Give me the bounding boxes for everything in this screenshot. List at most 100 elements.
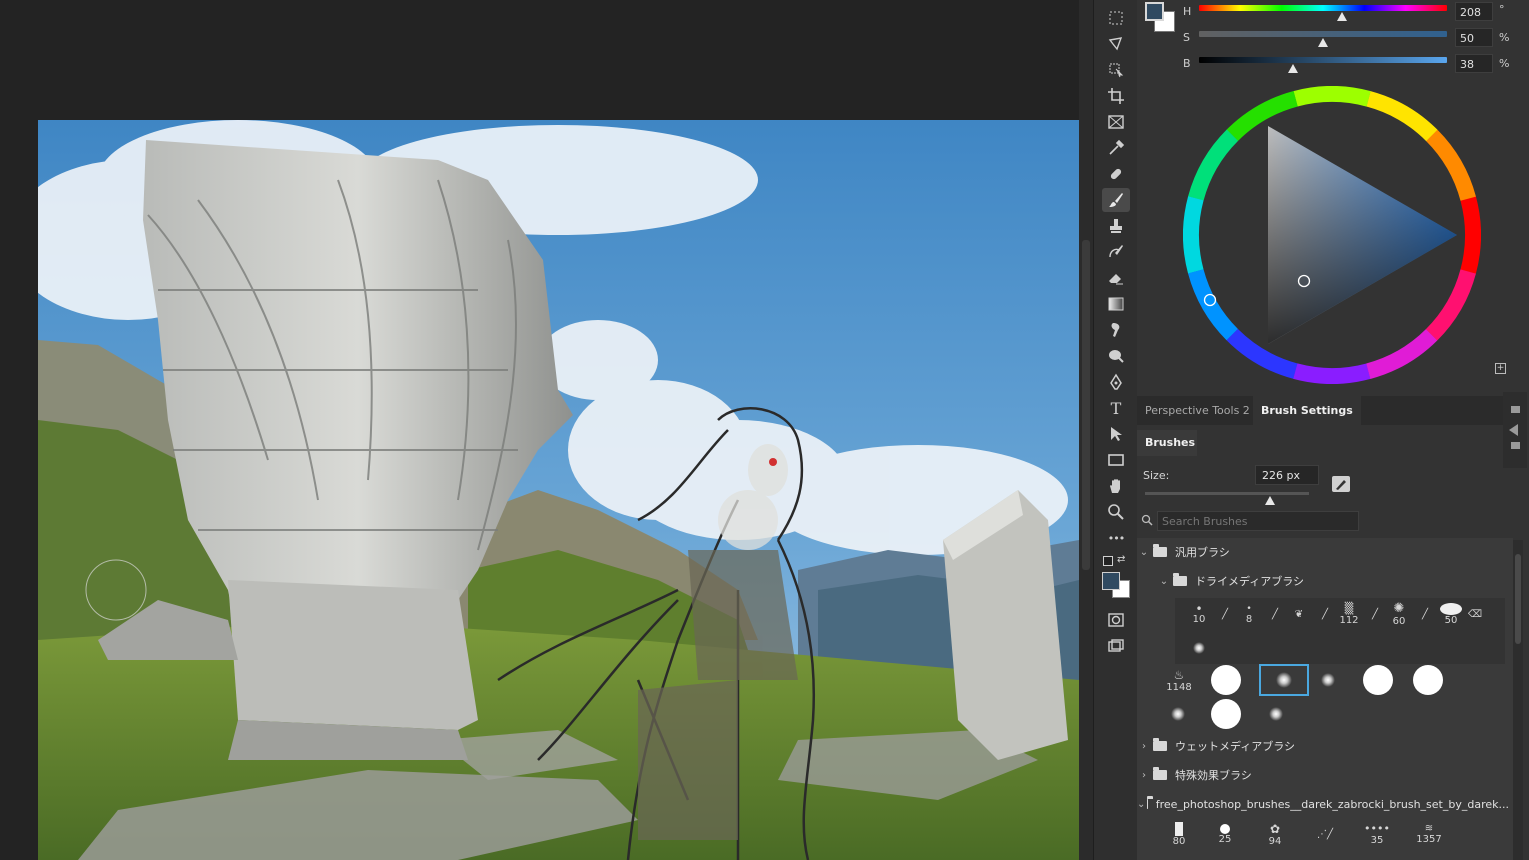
tab-brush-settings[interactable]: Brush Settings bbox=[1253, 396, 1361, 425]
zoom-tool-icon[interactable] bbox=[1102, 500, 1130, 524]
pen-tool-icon[interactable] bbox=[1102, 370, 1130, 394]
brush-preset[interactable] bbox=[1305, 664, 1351, 696]
expand-panel-icon[interactable]: + bbox=[1495, 363, 1506, 374]
hue-value-field[interactable]: 208 bbox=[1455, 2, 1493, 21]
panel-dock-icon[interactable] bbox=[1511, 442, 1520, 449]
type-tool-icon[interactable]: T bbox=[1102, 396, 1130, 420]
group-label: 特殊効果ブラシ bbox=[1175, 769, 1252, 782]
workspace-scrollbar[interactable] bbox=[1079, 0, 1093, 860]
brush-preset[interactable] bbox=[1405, 664, 1451, 696]
hue-label: H bbox=[1183, 5, 1192, 18]
brightness-unit: % bbox=[1499, 57, 1510, 70]
expand-left-icon[interactable] bbox=[1509, 424, 1518, 436]
brush-preset[interactable]: 25 bbox=[1201, 818, 1249, 850]
collapsed-panel-dock[interactable] bbox=[1503, 392, 1527, 468]
more-tools-icon[interactable]: ••• bbox=[1102, 526, 1130, 550]
size-slider-track[interactable] bbox=[1145, 492, 1309, 495]
workspace-scroll-thumb[interactable] bbox=[1082, 240, 1090, 570]
dry-media-brush-grid: • 10 ╱ • 8 ╱ ❦ ╱ ▒ 112 ╱ ✺ 60 ╱ 50 ⌫ bbox=[1175, 598, 1505, 664]
chevron-right-icon: › bbox=[1142, 769, 1146, 781]
folder-icon bbox=[1153, 767, 1167, 780]
group-free-set[interactable]: ⌄ free_photoshop_brushes__darek_zabrocki_… bbox=[1137, 790, 1509, 818]
folder-icon bbox=[1153, 738, 1167, 751]
gradient-tool-icon[interactable] bbox=[1102, 292, 1130, 316]
group-label: ドライメディアブラシ bbox=[1195, 575, 1305, 588]
group-dry-media[interactable]: ⌄ ドライメディアブラシ bbox=[1137, 567, 1529, 595]
eraser-tool-icon[interactable] bbox=[1102, 266, 1130, 290]
brightness-slider-track[interactable] bbox=[1199, 57, 1447, 63]
lasso-tool-icon[interactable] bbox=[1102, 32, 1130, 56]
group-general[interactable]: ⌄ 汎用ブラシ bbox=[1137, 538, 1509, 566]
brush-preset[interactable] bbox=[1355, 664, 1401, 696]
saturation-value-field[interactable]: 50 bbox=[1455, 28, 1493, 47]
folder-icon bbox=[1173, 573, 1187, 586]
tab-perspective-tools[interactable]: Perspective Tools 2 bbox=[1137, 396, 1258, 425]
brush-preset[interactable]: 80 bbox=[1155, 818, 1203, 850]
brush-preset[interactable] bbox=[1203, 664, 1249, 696]
group-label: 汎用ブラシ bbox=[1175, 546, 1230, 559]
chevron-down-icon: ⌄ bbox=[1159, 575, 1169, 587]
folder-icon bbox=[1153, 544, 1167, 557]
rectangle-tool-icon[interactable] bbox=[1102, 448, 1130, 472]
brush-list-scrollbar[interactable] bbox=[1513, 540, 1523, 860]
group-wet-media[interactable]: › ウェットメディアブラシ bbox=[1137, 732, 1509, 760]
smudge-tool-icon[interactable] bbox=[1102, 318, 1130, 342]
brush-preset[interactable] bbox=[1253, 698, 1299, 730]
search-brushes-input[interactable] bbox=[1157, 511, 1359, 531]
hand-tool-icon[interactable] bbox=[1102, 474, 1130, 498]
tools-panel: T ••• ⇄ bbox=[1093, 0, 1139, 860]
eraser-stroke-icon[interactable]: ⌫ bbox=[1451, 598, 1499, 630]
brush-preset[interactable]: ≋ 1357 bbox=[1405, 818, 1453, 850]
marquee-tool-icon[interactable] bbox=[1102, 6, 1130, 30]
brush-preset[interactable]: ♨ 1148 bbox=[1155, 664, 1203, 696]
brightness-slider-handle[interactable] bbox=[1288, 64, 1299, 73]
screen-mode-icon[interactable] bbox=[1102, 634, 1130, 658]
saturation-unit: % bbox=[1499, 31, 1510, 44]
free-set-brush-grid: 80 25 ✿ 94 ⋰╱ •••• 35 ≋ 1357 bbox=[1155, 818, 1505, 858]
brush-stroke-icon[interactable]: ⋰╱ bbox=[1301, 818, 1349, 850]
foreground-color-swatch[interactable] bbox=[1102, 572, 1120, 590]
brush-preset[interactable] bbox=[1203, 698, 1249, 730]
frame-tool-icon[interactable] bbox=[1102, 110, 1130, 134]
hue-slider-track[interactable] bbox=[1199, 5, 1447, 11]
brush-tool-icon[interactable] bbox=[1102, 188, 1130, 212]
brush-preset-selected[interactable] bbox=[1259, 664, 1309, 696]
new-brush-icon[interactable] bbox=[1332, 476, 1350, 492]
dodge-tool-icon[interactable] bbox=[1102, 344, 1130, 368]
saturation-label: S bbox=[1183, 31, 1190, 44]
group-special-fx[interactable]: › 特殊効果ブラシ bbox=[1137, 761, 1509, 789]
eyedropper-tool-icon[interactable] bbox=[1102, 136, 1130, 160]
brushes-tab[interactable]: Brushes bbox=[1137, 430, 1197, 456]
panel-dock-icon[interactable] bbox=[1511, 406, 1520, 413]
saturation-slider-handle[interactable] bbox=[1318, 38, 1328, 47]
size-value-field[interactable]: 226 px bbox=[1255, 465, 1319, 485]
brush-list: ⌄ 汎用ブラシ ⌄ ドライメディアブラシ • 10 ╱ • 8 ╱ ❦ ╱ ▒ 112 ╱… bbox=[1137, 538, 1513, 860]
group-label: free_photoshop_brushes__darek_zabrocki_b… bbox=[1155, 797, 1509, 811]
hue-unit: ° bbox=[1499, 3, 1505, 16]
document-workspace bbox=[0, 0, 1079, 860]
document-canvas[interactable] bbox=[38, 120, 1079, 860]
brush-preset[interactable] bbox=[1175, 632, 1223, 664]
object-select-tool-icon[interactable] bbox=[1102, 58, 1130, 82]
panel-tab-bar: Perspective Tools 2 Brush Settings bbox=[1137, 396, 1507, 425]
chevron-right-icon: › bbox=[1142, 740, 1146, 752]
hue-slider-handle[interactable] bbox=[1337, 12, 1348, 21]
brush-preset[interactable] bbox=[1155, 698, 1201, 730]
saturation-slider-track[interactable] bbox=[1199, 31, 1447, 37]
history-brush-tool-icon[interactable] bbox=[1102, 240, 1130, 264]
color-wheel[interactable] bbox=[1183, 85, 1481, 384]
default-colors-icon[interactable] bbox=[1103, 556, 1113, 566]
size-label: Size: bbox=[1143, 469, 1170, 482]
brightness-value-field[interactable]: 38 bbox=[1455, 54, 1493, 73]
swap-colors-icon[interactable]: ⇄ bbox=[1117, 554, 1125, 565]
clone-stamp-tool-icon[interactable] bbox=[1102, 214, 1130, 238]
brush-preset[interactable]: •••• 35 bbox=[1353, 818, 1401, 850]
brush-list-scroll-thumb[interactable] bbox=[1515, 554, 1521, 644]
healing-brush-tool-icon[interactable] bbox=[1102, 162, 1130, 186]
crop-tool-icon[interactable] bbox=[1102, 84, 1130, 108]
brush-preset[interactable]: ✿ 94 bbox=[1251, 818, 1299, 850]
quick-mask-icon[interactable] bbox=[1102, 608, 1130, 632]
panel-foreground-swatch[interactable] bbox=[1145, 2, 1164, 21]
path-select-tool-icon[interactable] bbox=[1102, 422, 1130, 446]
size-slider-handle[interactable] bbox=[1264, 496, 1275, 505]
